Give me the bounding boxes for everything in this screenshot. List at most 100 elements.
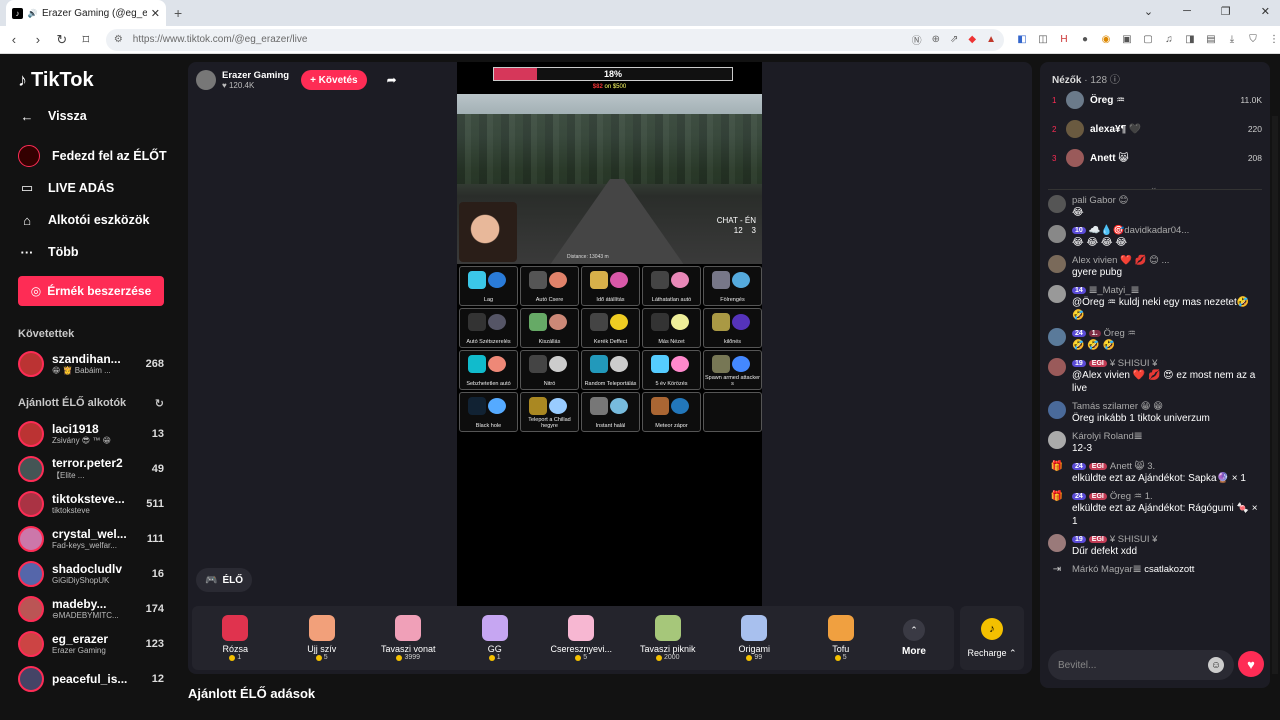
creator-avatar[interactable] [18,490,44,517]
nav-explore-live[interactable]: Fedezd fel az ÉLŐT [18,140,180,172]
chat-avatar[interactable] [1048,225,1066,243]
chat-username[interactable]: 24 EGI Anett 😸 3. [1072,461,1263,472]
reload-icon[interactable]: ↻ [52,32,72,48]
share-icon[interactable]: ➦ [387,73,397,87]
creator-item[interactable]: madeby... ⊖MADEBYMITC... 174 [18,591,164,626]
like-heart-button[interactable]: ♥ [1238,651,1264,677]
chat-messages[interactable]: pali Gabor 😊 😂 10 ☁️💧🎯davidkadar04... 😂 😂 😂 … [1048,195,1263,588]
close-tab-icon[interactable]: ✕ [151,7,160,20]
shield-icon[interactable]: ◆ [968,34,976,45]
new-tab-button[interactable]: + [174,5,182,21]
extension-icon[interactable]: H [1058,34,1070,45]
top-viewer-row[interactable]: 1 Öreg ♒ 11.0K [1052,90,1262,110]
gift-item[interactable]: Tavaszi piknik 2000 [625,615,712,661]
top-viewer-row[interactable]: 2 alexa¥¶ 🖤 220 [1052,119,1262,139]
chat-avatar[interactable] [1048,358,1066,376]
audio-icon[interactable]: 🔊 [27,8,38,19]
share-page-icon[interactable]: ⇗ [950,34,958,45]
more-gifts-button[interactable]: ⌃ More [884,619,944,657]
creator-item[interactable]: shadocludlv GiGiDiyShopUK 16 [18,556,164,591]
chat-avatar[interactable] [1048,431,1066,449]
creator-item[interactable]: terror.peter2 【Elite ... 49 [18,451,164,486]
viewers-header[interactable]: Nézők · 128 ⓘ [1052,71,1120,86]
chat-username[interactable]: 24 1. Öreg ♒ [1072,328,1263,339]
zoom-icon[interactable]: ⊕ [932,34,940,45]
extension-icon[interactable]: ◉ [1100,34,1112,45]
creator-item[interactable]: tiktoksteve... tiktoksteve 511 [18,486,164,521]
gift-item[interactable]: Ujj szív 5 [279,615,366,661]
extension-icon[interactable]: ▤ [1205,34,1217,45]
chat-input[interactable]: Bevitel... ☺ [1048,650,1234,680]
creator-item[interactable]: szandihan... 😁 👸 Babáim ... 268 [18,346,164,381]
chat-username[interactable]: 19 EGI ¥ SHISUI ¥ [1072,358,1263,369]
chat-avatar[interactable] [1048,255,1066,273]
creator-avatar[interactable] [18,560,44,587]
chat-avatar[interactable] [1048,328,1066,346]
tiktok-logo[interactable]: ♪ TikTok [18,68,180,92]
minimize-button[interactable]: ─ [1183,5,1191,18]
chat-username[interactable]: 10 ☁️💧🎯davidkadar04... [1072,225,1263,236]
creator-avatar[interactable] [18,665,44,692]
menu-icon[interactable]: ⋮ [1268,34,1280,45]
chat-username[interactable]: pali Gabor 😊 [1072,195,1263,206]
browser-tab[interactable]: ♪ 🔊 Erazer Gaming (@eg_erazer) | ✕ [6,0,166,26]
extension-icon[interactable]: ● [1079,34,1091,45]
video-player[interactable]: 18% $82 on $500 CHAT - ÉN 12 3 Distance:… [457,62,762,606]
forward-icon[interactable]: › [28,32,48,47]
chat-username[interactable]: 14 𝌆_Matyi_𝌆 [1072,285,1263,296]
chat-avatar[interactable] [1048,195,1066,213]
collapse-chevron-icon[interactable]: ⌄ [1150,182,1158,193]
creator-avatar[interactable] [18,525,44,552]
creator-avatar[interactable] [18,350,44,377]
extension-icon[interactable]: ◧ [1016,34,1028,45]
gift-item[interactable]: GG 1 [452,615,539,661]
page-scrollbar[interactable] [1272,116,1278,674]
translate-icon[interactable]: Ⓝ [912,32,922,47]
emoji-icon[interactable]: ☺ [1208,657,1224,673]
extension-icon[interactable]: ▣ [1121,34,1133,45]
close-window-button[interactable]: ✕ [1261,5,1270,18]
refresh-icon[interactable]: ↻ [155,397,164,410]
site-info-icon[interactable]: ⚙ [114,34,123,45]
gift-item[interactable]: Tofu 5 [798,615,885,661]
shield-icon[interactable]: ⛉ [1247,34,1259,45]
tab-search-icon[interactable]: ⌄ [1144,5,1153,18]
restore-button[interactable]: ❐ [1221,5,1231,18]
host-name[interactable]: Erazer Gaming [222,70,289,81]
live-chip[interactable]: 🎮 ÉLŐ [196,568,253,592]
recharge-button[interactable]: ♪ Recharge ⌃ [960,606,1024,670]
sidebar-icon[interactable]: ◨ [1184,34,1196,45]
chat-username[interactable]: 19 EGI ¥ SHISUI ¥ [1072,534,1263,545]
gift-item[interactable]: Origami 99 [711,615,798,661]
address-bar[interactable]: ⚙ https://www.tiktok.com/@eg_erazer/live… [105,28,1004,51]
nav-creator-tools[interactable]: ⌂ Alkotói eszközök [18,204,180,236]
gift-item[interactable]: Tavaszi vonat 3999 [365,615,452,661]
warning-icon[interactable]: ▲ [986,34,996,45]
gift-item[interactable]: Cseresznyevi... 5 [538,615,625,661]
extension-icon[interactable]: ◫ [1037,34,1049,45]
back-link[interactable]: ← Vissza [18,100,180,132]
host-avatar[interactable] [196,70,216,90]
creator-avatar[interactable] [18,420,44,447]
media-icon[interactable]: ♫ [1163,34,1175,45]
gift-item[interactable]: Rózsa 1 [192,615,279,661]
chat-username[interactable]: Károlyi Roland𝌆 [1072,431,1263,442]
nav-live[interactable]: ▭ LIVE ADÁS [18,172,180,204]
info-icon[interactable]: ⓘ [1110,75,1120,86]
chat-username[interactable]: Tamás szilamer 😁 😁 [1072,401,1263,412]
download-icon[interactable]: ⤓ [1226,34,1238,45]
chat-avatar[interactable] [1048,285,1066,303]
creator-item[interactable]: peaceful_is... 12 [18,661,164,696]
chat-username[interactable]: Márkó Magyar𝌆 csatlakozott [1072,564,1263,575]
chat-avatar[interactable] [1048,401,1066,419]
follow-button[interactable]: + Követés [301,70,367,90]
creator-item[interactable]: eg_erazer Erazer Gaming 123 [18,626,164,661]
chat-avatar[interactable] [1048,534,1066,552]
creator-avatar[interactable] [18,595,44,622]
chat-username[interactable]: Alex vivien ❤️ 💋 😊 ... [1072,255,1263,266]
bookmark-icon[interactable]: ⌑ [76,32,96,48]
extension-icon[interactable]: ▢ [1142,34,1154,45]
top-viewer-row[interactable]: 3 Anett 😸 208 [1052,148,1262,168]
back-icon[interactable]: ‹ [4,32,24,47]
creator-avatar[interactable] [18,630,44,657]
